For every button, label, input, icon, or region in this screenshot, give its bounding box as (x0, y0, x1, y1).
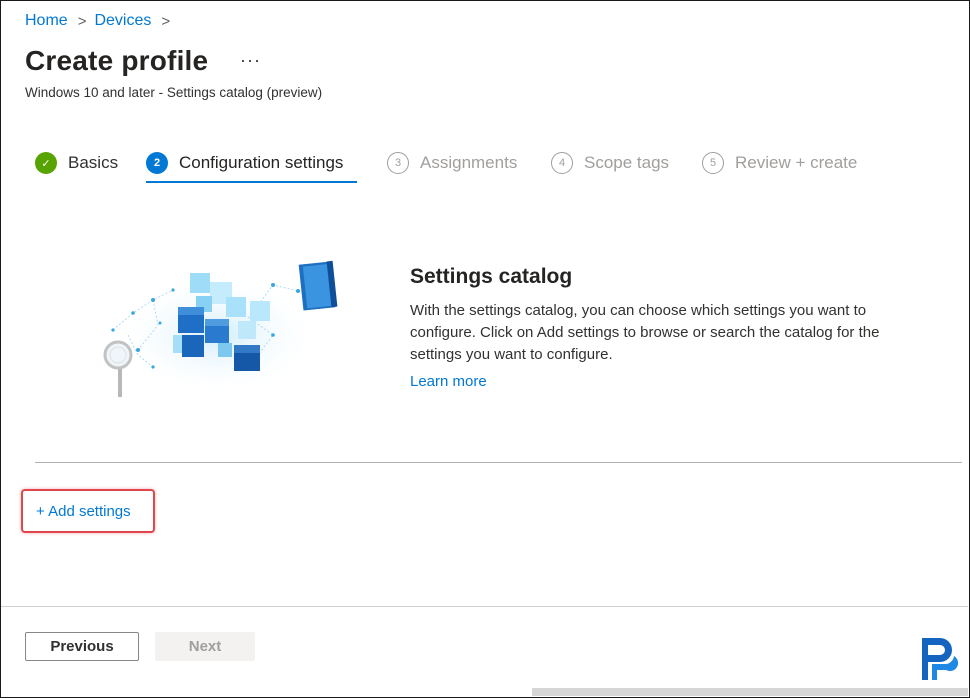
section-divider (35, 462, 962, 463)
previous-button[interactable]: Previous (25, 632, 139, 661)
chevron-right-icon: > (77, 12, 87, 30)
step-label: Scope tags (584, 153, 670, 172)
tab-configuration-settings[interactable]: 2 Configuration settings (146, 148, 343, 178)
tab-review-create[interactable]: 5 Review + create (702, 148, 857, 178)
settings-catalog-illustration (103, 260, 338, 397)
chevron-right-icon: > (161, 12, 171, 30)
more-options-icon[interactable]: ··· (240, 50, 261, 71)
settings-catalog-heading: Settings catalog (410, 265, 573, 288)
page-subtitle: Windows 10 and later - Settings catalog … (25, 85, 323, 100)
tab-assignments[interactable]: 3 Assignments (387, 148, 517, 178)
next-button[interactable]: Next (155, 632, 255, 661)
tab-basics[interactable]: ✓ Basics (35, 148, 118, 178)
breadcrumb-devices[interactable]: Devices (94, 12, 151, 30)
brand-logo-icon (922, 638, 958, 680)
step-number: 3 (387, 152, 409, 174)
learn-more-link[interactable]: Learn more (410, 373, 487, 390)
step-number: 2 (146, 152, 168, 174)
step-label: Configuration settings (179, 153, 344, 172)
tab-scope-tags[interactable]: 4 Scope tags (551, 148, 669, 178)
horizontal-scrollbar[interactable] (532, 688, 968, 696)
settings-catalog-description: With the settings catalog, you can choos… (410, 302, 880, 363)
breadcrumb-home[interactable]: Home (25, 12, 68, 30)
step-label: Assignments (420, 153, 518, 172)
breadcrumb: Home > Devices > (25, 12, 178, 30)
step-number: 4 (551, 152, 573, 174)
step-number: 5 (702, 152, 724, 174)
step-label: Review + create (735, 153, 858, 172)
step-label: Basics (68, 153, 119, 172)
add-settings-link[interactable]: + Add settings (36, 503, 131, 520)
page-title: Create profile (25, 45, 209, 76)
active-tab-indicator (146, 181, 357, 183)
checkmark-icon: ✓ (35, 152, 57, 174)
footer-divider (1, 606, 968, 607)
